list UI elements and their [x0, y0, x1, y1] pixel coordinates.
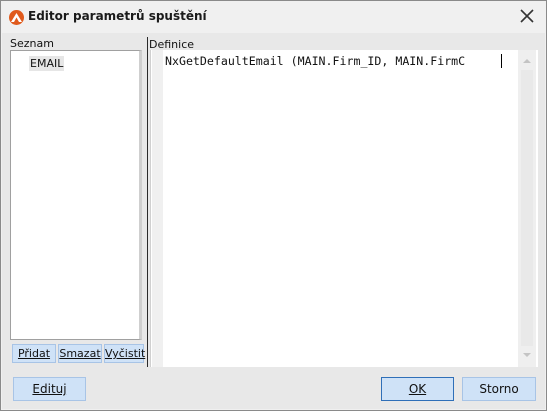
app-logo-icon — [9, 10, 24, 25]
list-label: Seznam — [10, 37, 54, 50]
cancel-button[interactable]: Storno — [462, 377, 536, 401]
code-text[interactable]: NxGetDefaultEmail (MAIN.Firm_ID, MAIN.Fi… — [165, 54, 465, 68]
close-icon — [520, 9, 534, 23]
add-button[interactable]: Přidat — [12, 344, 56, 363]
definition-editor[interactable]: NxGetDefaultEmail (MAIN.Firm_ID, MAIN.Fi… — [150, 50, 538, 367]
title-bar[interactable]: Editor parametrů spuštění — [1, 1, 546, 32]
panel-splitter[interactable] — [147, 37, 148, 367]
scroll-down-icon[interactable] — [522, 350, 532, 360]
scroll-up-icon[interactable] — [522, 56, 532, 66]
close-button[interactable] — [513, 4, 541, 28]
editor-gutter — [152, 50, 163, 367]
dialog-body: Seznam EMAIL Přidat Smazat Vyčistit Defi… — [2, 33, 545, 409]
dialog-window: Editor parametrů spuštění Seznam EMAIL P… — [0, 0, 547, 411]
list-item[interactable]: EMAIL — [29, 56, 65, 71]
delete-button[interactable]: Smazat — [58, 344, 102, 363]
window-title: Editor parametrů spuštění — [28, 9, 207, 23]
clear-button[interactable]: Vyčistit — [104, 344, 145, 363]
edit-button[interactable]: Edituj — [13, 377, 86, 401]
text-caret — [501, 54, 502, 68]
ok-button[interactable]: OK — [381, 377, 454, 401]
parameter-list[interactable]: EMAIL — [10, 50, 142, 340]
vertical-scrollbar[interactable] — [518, 50, 536, 367]
scroll-track[interactable] — [521, 70, 533, 346]
